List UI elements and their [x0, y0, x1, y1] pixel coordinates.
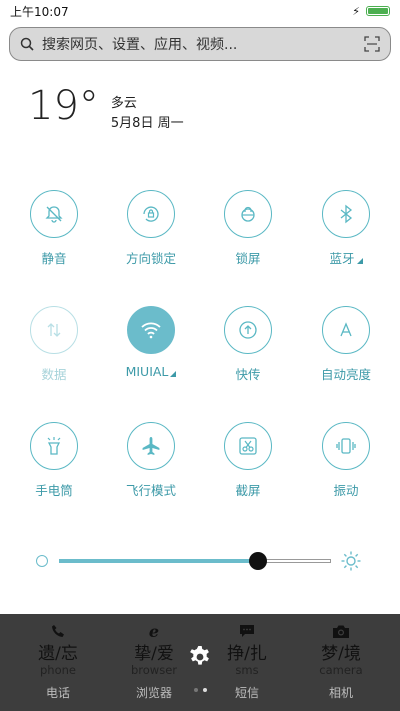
toggle-label: 振动: [333, 483, 359, 498]
slider-fill: [59, 559, 258, 563]
toggle-label: 方向锁定: [125, 251, 176, 266]
dock-app-label: 浏览器: [135, 686, 172, 700]
flashlight-icon: [47, 437, 61, 455]
dock-app-camera[interactable]: 梦/境 camera 相机: [296, 624, 386, 701]
weather-condition: 多云: [110, 96, 137, 111]
share-icon: [239, 321, 257, 339]
airplane-icon: [142, 437, 160, 455]
dock-app-sms[interactable]: 挣/扎 sms 短信: [202, 624, 292, 701]
dock-app-cn: 遗/忘: [38, 644, 78, 664]
toggle-rotation-lock[interactable]: 方向锁定: [111, 190, 191, 267]
screenshot-icon: [239, 437, 257, 455]
brightness-high-icon: [341, 551, 361, 571]
lock-icon: [241, 206, 255, 222]
dock-app-en: sms: [235, 663, 259, 677]
dock-app-en: browser: [130, 663, 177, 677]
bell-off-icon: [45, 206, 63, 223]
battery-icon: [366, 6, 390, 16]
dock-app-cn: 挣/扎: [227, 644, 267, 664]
browser-icon: e: [148, 622, 160, 641]
search-icon: [20, 37, 34, 51]
dock-app-phone[interactable]: 遗/忘 phone 电话: [13, 624, 103, 701]
toggle-lock-screen[interactable]: 锁屏: [208, 190, 288, 267]
toggle-label: 自动亮度: [320, 367, 371, 382]
brightness-low-icon: [36, 555, 48, 567]
page-indicator: [194, 688, 207, 692]
toggle-label: 手电筒: [35, 483, 73, 498]
weather-date: 5月8日 周一: [110, 116, 184, 131]
gear-icon[interactable]: [188, 645, 212, 669]
temperature: 19°: [28, 83, 99, 129]
dock-app-en: camera: [319, 663, 363, 677]
toggle-label: 快传: [235, 367, 261, 382]
rotation-lock-icon: [143, 206, 159, 222]
dock-app-label: 电话: [45, 686, 70, 700]
mobile-data-icon: [47, 323, 61, 337]
toggle-airplane-mode[interactable]: 飞行模式: [111, 422, 191, 499]
toggle-label: 数据: [41, 367, 67, 382]
page-dot-active[interactable]: [203, 688, 207, 692]
phone-icon: [52, 625, 64, 637]
toggle-flashlight[interactable]: 手电筒: [14, 422, 94, 499]
toggle-label: 静音: [41, 251, 67, 266]
submenu-indicator-icon: [356, 258, 363, 264]
dock-app-label: 短信: [234, 686, 259, 700]
status-bar: 上午10:07 ⚡: [0, 0, 400, 22]
bolt-icon: ⚡: [352, 4, 360, 18]
submenu-indicator-icon: [170, 371, 177, 377]
toggle-label: 蓝牙: [329, 248, 363, 267]
slider-thumb[interactable]: [249, 552, 267, 570]
toggle-auto-brightness[interactable]: 自动亮度: [306, 306, 386, 383]
dock-app-cn: 梦/境: [321, 644, 361, 664]
page-dot[interactable]: [194, 688, 198, 692]
dock-app-cn: 挚/爱: [134, 644, 174, 664]
scan-icon[interactable]: [364, 36, 380, 52]
toggle-screenshot[interactable]: 截屏: [208, 422, 288, 499]
search-bar[interactable]: 搜索网页、设置、应用、视频...: [9, 27, 391, 61]
wifi-icon: [141, 322, 161, 339]
auto-brightness-icon: [340, 322, 352, 337]
toggle-mute[interactable]: 静音: [14, 190, 94, 267]
dock-app-browser[interactable]: e 挚/爱 browser 浏览器: [109, 624, 199, 701]
dock-app-en: phone: [40, 663, 76, 677]
toggle-label: 锁屏: [235, 251, 261, 266]
bluetooth-icon: [340, 204, 353, 224]
brightness-slider[interactable]: [36, 551, 366, 571]
status-time: 上午10:07: [10, 4, 69, 19]
weather-widget[interactable]: 19° 多云 5月8日 周一: [28, 86, 184, 134]
toggle-mobile-data[interactable]: 数据: [14, 306, 94, 383]
toggle-label: 截屏: [235, 483, 261, 498]
toggle-wifi[interactable]: MIUIAL: [111, 306, 191, 379]
sms-icon: [240, 625, 254, 637]
search-input[interactable]: 搜索网页、设置、应用、视频...: [42, 34, 356, 54]
toggle-label: MIUIAL: [126, 364, 177, 379]
battery-fill: [368, 8, 388, 14]
camera-icon: [333, 625, 349, 638]
toggle-quick-share[interactable]: 快传: [208, 306, 288, 383]
dock-app-label: 相机: [328, 686, 353, 700]
toggle-label: 飞行模式: [125, 483, 176, 498]
vibrate-icon: [336, 438, 356, 454]
toggle-bluetooth[interactable]: 蓝牙: [306, 190, 386, 267]
toggle-vibrate[interactable]: 振动: [306, 422, 386, 499]
